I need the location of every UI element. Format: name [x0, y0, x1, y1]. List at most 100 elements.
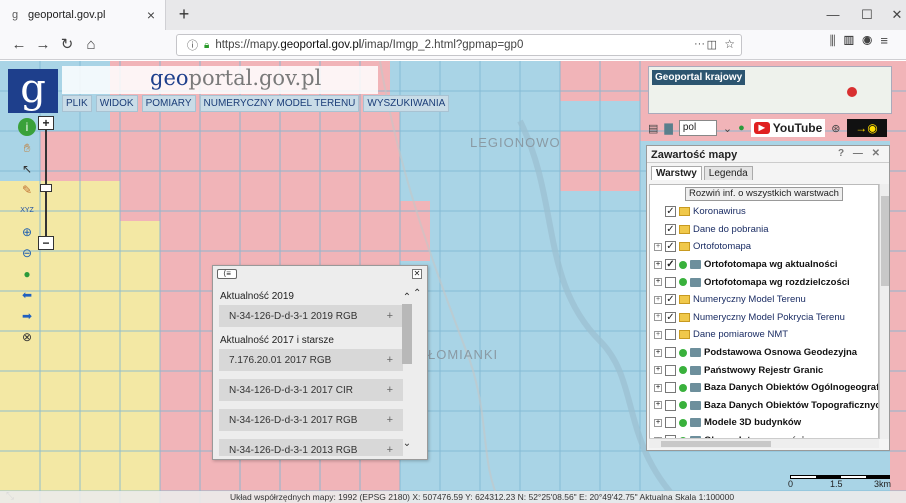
- add-layer-icon[interactable]: +: [387, 414, 393, 426]
- account-icon[interactable]: ◉: [862, 33, 880, 48]
- back-arrow-icon[interactable]: ←: [8, 34, 30, 56]
- orthophoto-item[interactable]: N-34-126-D-d-3-1 2013 RGB +: [219, 439, 403, 456]
- green-circle-icon[interactable]: ●: [738, 122, 745, 134]
- language-select[interactable]: pol: [678, 120, 717, 136]
- popup-scrollbar[interactable]: ⌃ ⌄: [401, 292, 413, 452]
- layer-checkbox[interactable]: ✓: [665, 223, 676, 235]
- layer-checkbox[interactable]: [665, 347, 676, 359]
- document-icon[interactable]: ▤: [648, 122, 658, 135]
- chevron-down-icon[interactable]: ⌄: [723, 122, 732, 135]
- globe-icon[interactable]: ●: [18, 265, 36, 283]
- layer-row[interactable]: + Dane pomiarowe NMT: [650, 326, 878, 344]
- zoom-in-icon[interactable]: ⊕: [18, 223, 36, 241]
- info-tool-icon[interactable]: i: [18, 118, 36, 136]
- minimize-button[interactable]: —: [816, 0, 850, 30]
- orthophoto-item[interactable]: N-34-126-D-d-3-1 2019 RGB +: [219, 305, 403, 327]
- scroll-down-icon[interactable]: ⌄: [401, 438, 413, 449]
- zoom-slider-handle[interactable]: [40, 184, 52, 192]
- zoom-slider[interactable]: + −: [38, 116, 54, 250]
- previous-view-icon[interactable]: ⬅: [18, 286, 36, 304]
- layer-hscrollbar[interactable]: [649, 438, 879, 448]
- menu-pomiary[interactable]: POMIARY: [141, 95, 196, 112]
- expand-node-icon[interactable]: +: [654, 330, 662, 339]
- close-window-button[interactable]: ✕: [880, 0, 906, 30]
- add-layer-icon[interactable]: +: [387, 354, 393, 366]
- select-arrow-icon[interactable]: ↖: [18, 160, 36, 178]
- tab-close-icon[interactable]: ×: [143, 7, 159, 23]
- popup-scroll-thumb[interactable]: [402, 304, 412, 364]
- expand-node-icon[interactable]: +: [654, 260, 662, 269]
- maximize-button[interactable]: ☐: [850, 0, 884, 30]
- expand-node-icon[interactable]: +: [654, 313, 662, 322]
- layer-row[interactable]: + ✓ Ortofotomapa wg aktualności: [650, 256, 878, 274]
- library-icon[interactable]: ⫼: [830, 33, 844, 48]
- layer-row[interactable]: + Ortofotomapa wg rozdzielczości: [650, 273, 878, 291]
- expand-node-icon[interactable]: +: [654, 366, 662, 375]
- wms-icon[interactable]: ▇: [664, 122, 672, 135]
- popup-back-icon[interactable]: ⟨≡: [217, 269, 237, 279]
- layer-row[interactable]: + ✓ Ortofotomapa: [650, 238, 878, 256]
- koordynaty-icon[interactable]: XYZ: [18, 202, 36, 220]
- menu-icon[interactable]: ≡: [880, 33, 896, 48]
- popup-close-icon[interactable]: ✕: [412, 269, 422, 279]
- page-actions-icon[interactable]: ···: [694, 38, 705, 50]
- layer-row[interactable]: + Modele 3D budynków: [650, 414, 878, 432]
- pan-hand-icon[interactable]: ✋︎: [18, 139, 36, 157]
- layer-checkbox[interactable]: ✓: [665, 206, 676, 218]
- bookmark-star-icon[interactable]: ☆: [724, 37, 735, 51]
- orthophoto-item[interactable]: N-34-126-D-d-3-1 2017 CIR +: [219, 379, 403, 401]
- layer-scrollbar[interactable]: [879, 184, 889, 439]
- add-layer-icon[interactable]: +: [387, 444, 393, 456]
- layer-checkbox[interactable]: ✓: [665, 294, 676, 306]
- layer-checkbox[interactable]: ✓: [665, 259, 676, 271]
- expand-node-icon[interactable]: +: [654, 348, 662, 357]
- layer-checkbox[interactable]: [665, 276, 676, 288]
- orthophoto-item[interactable]: 7.176.20.01 2017 RGB +: [219, 349, 403, 371]
- layer-checkbox[interactable]: ✓: [665, 241, 676, 253]
- layer-checkbox[interactable]: [665, 364, 676, 376]
- layer-checkbox[interactable]: [665, 417, 676, 429]
- forward-arrow-icon[interactable]: →: [32, 34, 54, 56]
- scroll-up-icon[interactable]: ⌃: [401, 292, 413, 303]
- orthophoto-item[interactable]: N-34-126-D-d-3-1 2017 RGB +: [219, 409, 403, 431]
- layer-row[interactable]: ✓ Koronawirus: [650, 203, 878, 221]
- zoom-minus-icon[interactable]: −: [38, 236, 54, 250]
- browser-tab[interactable]: g geoportal.gov.pl ×: [0, 0, 166, 30]
- layer-row[interactable]: + ✓ Numeryczny Model Pokrycia Terenu: [650, 309, 878, 327]
- layer-checkbox[interactable]: [665, 382, 676, 394]
- expand-all-button[interactable]: Rozwiń inf. o wszystkich warstwach: [685, 187, 843, 201]
- zoom-out-icon[interactable]: ⊖: [18, 244, 36, 262]
- menu-widok[interactable]: WIDOK: [95, 95, 138, 112]
- geoportal-logo[interactable]: g: [8, 69, 58, 113]
- pencil-icon[interactable]: ✎: [18, 181, 36, 199]
- menu-wyszukiwania[interactable]: WYSZUKIWANIA: [363, 95, 450, 112]
- layer-row[interactable]: + ✓ Numeryczny Model Terenu: [650, 291, 878, 309]
- eye-contrast-icon[interactable]: →◉: [846, 119, 887, 137]
- expand-node-icon[interactable]: +: [654, 401, 662, 410]
- next-view-icon[interactable]: ➡: [18, 307, 36, 325]
- home-icon[interactable]: ⌂: [80, 34, 102, 56]
- address-bar[interactable]: ⓘ 🔒︎ https://mapy.geoportal.gov.pl/imap/…: [176, 34, 742, 56]
- pocket-icon[interactable]: ◫: [707, 38, 717, 51]
- layer-hscroll-thumb[interactable]: [661, 441, 771, 447]
- menu-plik[interactable]: PLIK: [62, 95, 92, 112]
- tab-legenda[interactable]: Legenda: [703, 166, 753, 180]
- tab-warstwy[interactable]: Warstwy: [651, 166, 702, 180]
- zoom-plus-icon[interactable]: +: [38, 116, 54, 130]
- overview-map[interactable]: Geoportal krajowy: [648, 66, 892, 114]
- accessibility-icon[interactable]: ⊛: [831, 122, 840, 135]
- panel-controls[interactable]: ? — ✕: [838, 148, 883, 159]
- info-icon[interactable]: ⓘ: [187, 37, 198, 53]
- expand-node-icon[interactable]: +: [654, 278, 662, 287]
- expand-node-icon[interactable]: +: [654, 418, 662, 427]
- menu-nmt[interactable]: NUMERYCZNY MODEL TERENU: [199, 95, 360, 112]
- layer-checkbox[interactable]: ✓: [665, 311, 676, 323]
- sidebar-icon[interactable]: ▥: [844, 33, 862, 48]
- layer-row[interactable]: + Państwowy Rejestr Granic: [650, 361, 878, 379]
- layer-row[interactable]: ✓ Dane do pobrania: [650, 221, 878, 239]
- layer-checkbox[interactable]: [665, 329, 676, 341]
- expand-node-icon[interactable]: +: [654, 295, 662, 304]
- new-tab-button[interactable]: +: [172, 3, 196, 27]
- layer-row[interactable]: + Podstawowa Osnowa Geodezyjna: [650, 344, 878, 362]
- add-layer-icon[interactable]: +: [387, 310, 393, 322]
